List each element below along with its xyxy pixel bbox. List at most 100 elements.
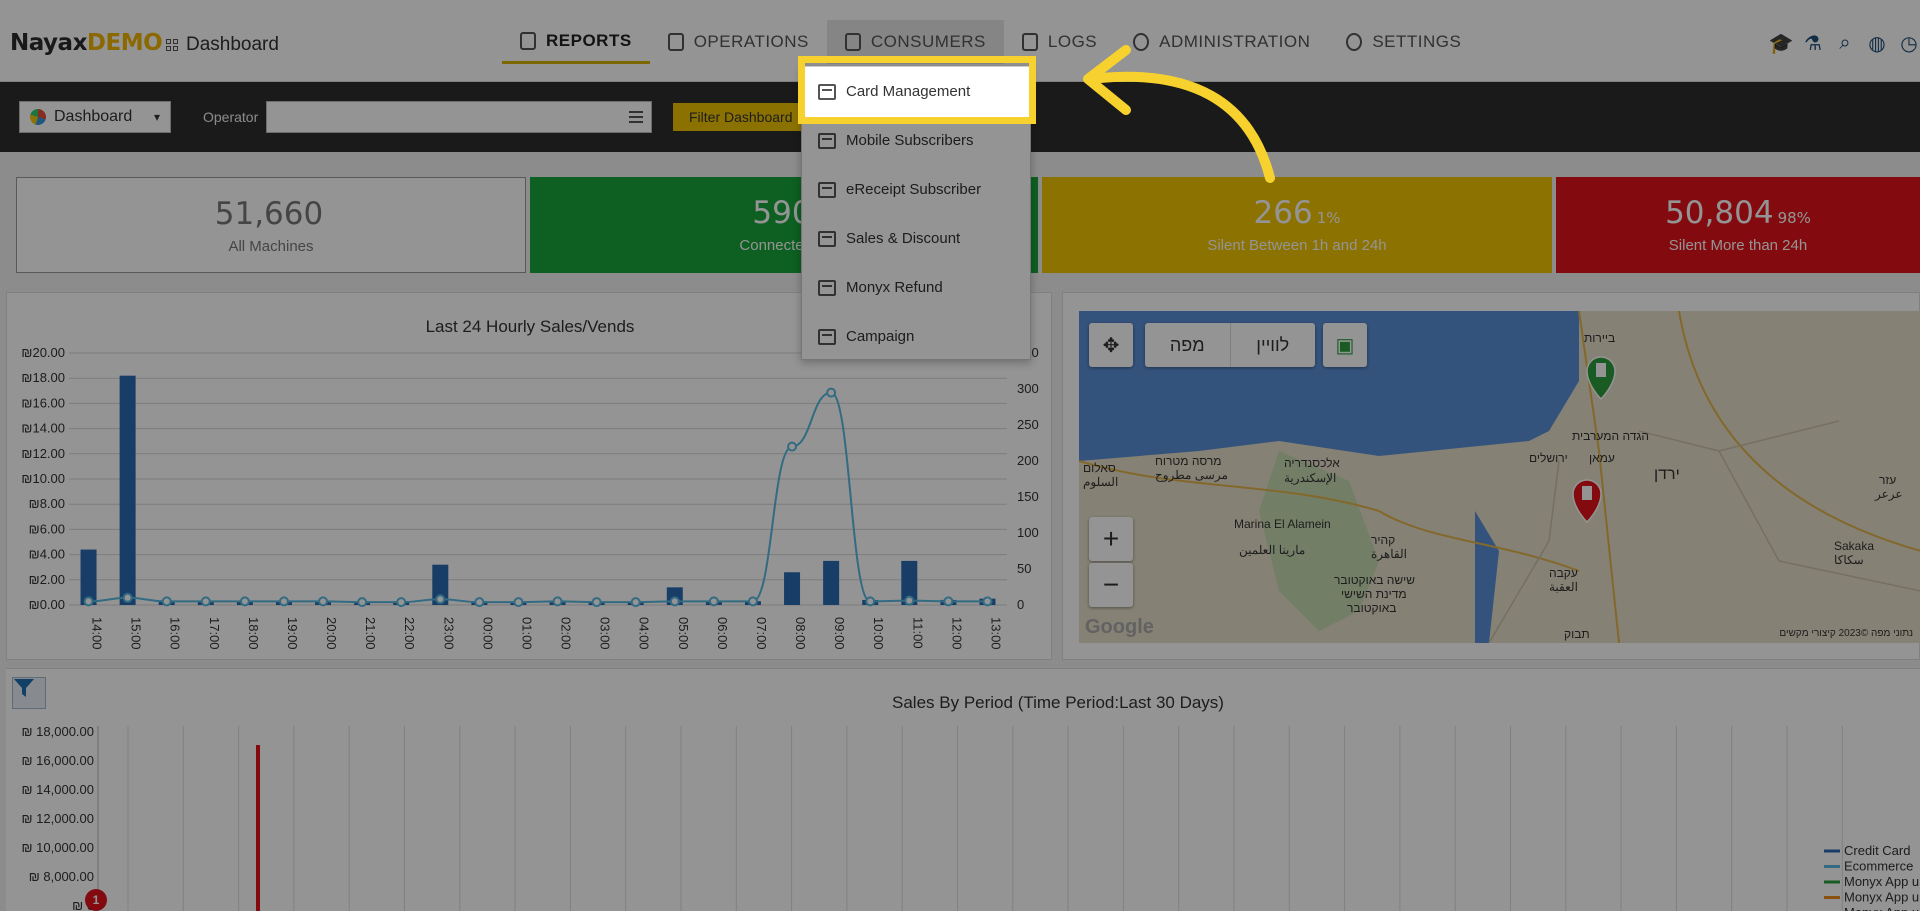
- globe-icon[interactable]: ◍: [1866, 32, 1888, 55]
- device-icon: [667, 33, 684, 51]
- menu-item-sales-discount[interactable]: Sales & Discount: [802, 214, 1030, 263]
- chart-point: [83, 596, 94, 607]
- y-tick-label: ₪4.00: [29, 547, 65, 562]
- tile-value: 51,660: [17, 196, 525, 232]
- x-tick-label: 16:00: [168, 617, 183, 650]
- x-tick-label: 21:00: [363, 617, 378, 650]
- filter-dashboard-button[interactable]: Filter Dashboard: [673, 103, 803, 131]
- menu-item-label: Campaign: [846, 328, 915, 345]
- flask-icon[interactable]: ⚗: [1802, 32, 1824, 55]
- consumers-icon: [844, 33, 861, 51]
- y-tick-label: ₪8.00: [29, 496, 65, 511]
- y-tick-label: ₪6.00: [29, 521, 65, 536]
- chart-point: [630, 597, 641, 608]
- chart-point: [982, 596, 993, 607]
- tile-percent: 1%: [1316, 209, 1341, 227]
- map-pin-green[interactable]: [1586, 356, 1616, 401]
- nav-settings-label: SETTINGS: [1372, 32, 1462, 51]
- x-tick-label: 22:00: [402, 617, 417, 650]
- search-icon[interactable]: ⌕: [1834, 32, 1856, 54]
- x-tick-label: 10:00: [871, 617, 886, 650]
- x-tick-label: 12:00: [949, 617, 964, 650]
- operator-label: Operator: [203, 109, 259, 125]
- chart-point: [865, 596, 876, 607]
- sales-by-period-chart: Sales By Period (Time Period:Last 30 Day…: [22, 693, 1919, 911]
- chart-point: [787, 441, 798, 452]
- chart-point: [474, 597, 485, 608]
- y-tick-label: ₪10.00: [21, 471, 65, 486]
- legend-label: Monyx App u: [1844, 874, 1919, 889]
- y-tick-label: ₪14.00: [21, 421, 65, 436]
- chart-point: [552, 596, 563, 607]
- y-tick-label: ₪12.00: [21, 446, 65, 461]
- chart-point: [239, 596, 250, 607]
- mobile-icon: [818, 132, 836, 149]
- chart-point: [904, 595, 915, 606]
- map-copyright[interactable]: נתוני מפה ©2023 קיצורי מקשים: [1779, 628, 1913, 639]
- page-title: Dashboard: [166, 34, 279, 56]
- menu-item-campaign[interactable]: Campaign: [802, 312, 1030, 361]
- notification-badge[interactable]: 1: [85, 889, 107, 911]
- consumers-dropdown-menu: Card Management Mobile Subscribers eRece…: [801, 66, 1031, 360]
- nayax-logo[interactable]: NayaxDEMO: [10, 30, 163, 56]
- tile-label: Silent More than 24h: [1668, 237, 1808, 254]
- logo-demo-text: DEMO: [86, 30, 163, 56]
- y-tick-label: ₪18.00: [21, 370, 65, 385]
- x-tick-label: 23:00: [441, 617, 456, 650]
- y-tick-label: ₪ 10,000.00: [22, 840, 94, 855]
- tutorial-arrow-icon: [1083, 45, 1275, 183]
- x-tick-label: 09:00: [832, 617, 847, 650]
- operator-input[interactable]: [266, 101, 652, 133]
- clock-icon[interactable]: ◷: [1898, 32, 1920, 55]
- refund-icon: [818, 279, 836, 296]
- receipt-icon: [818, 181, 836, 198]
- chart-bar: [119, 375, 136, 605]
- legend-label: Ecommerce: [1844, 859, 1913, 874]
- x-tick-label: 20:00: [324, 617, 339, 650]
- y2-tick-label: 150: [1017, 489, 1039, 504]
- map-panel: ✥ מפה לוויין ▣ + − ביירות הגדה המערבית י…: [1062, 292, 1920, 660]
- dashboard-select-value: Dashboard: [54, 108, 133, 125]
- nav-consumers[interactable]: CONSUMERS: [826, 20, 1004, 64]
- tile-label: Silent Between 1h and 24h: [1207, 237, 1387, 254]
- dashboard-select[interactable]: Dashboard ▾: [19, 101, 171, 133]
- y2-tick-label: 250: [1017, 417, 1039, 432]
- chart-bar: [784, 572, 801, 605]
- google-logo: Google: [1085, 616, 1154, 638]
- chart-point: [278, 596, 289, 607]
- machines-map[interactable]: ✥ מפה לוויין ▣ + − ביירות הגדה המערבית י…: [1079, 311, 1920, 643]
- nav-operations[interactable]: OPERATIONS: [650, 20, 827, 64]
- menu-item-label: Monyx Refund: [846, 279, 943, 296]
- nav-reports[interactable]: REPORTS: [502, 20, 650, 64]
- menu-item-label: Card Management: [846, 83, 971, 100]
- graduation-cap-icon[interactable]: 🎓: [1769, 32, 1794, 55]
- list-icon[interactable]: [629, 111, 643, 123]
- y2-tick-label: 100: [1017, 525, 1039, 540]
- tile-silent-over-24h[interactable]: 50,804 98% Silent More than 24h: [1556, 177, 1920, 273]
- y-tick-label: ₪2.00: [29, 572, 65, 587]
- x-tick-label: 08:00: [793, 617, 808, 650]
- tile-number: 51,660: [214, 196, 324, 232]
- tile-all-machines[interactable]: 51,660 All Machines: [16, 177, 526, 273]
- page-title-text: Dashboard: [186, 34, 279, 55]
- menu-item-mobile-subscribers[interactable]: Mobile Subscribers: [802, 116, 1030, 165]
- tile-number: 266: [1253, 195, 1313, 231]
- chevron-down-icon: ▾: [153, 110, 160, 124]
- x-tick-label: 04:00: [637, 617, 652, 650]
- x-tick-label: 05:00: [676, 617, 691, 650]
- map-pin-red[interactable]: [1572, 479, 1602, 524]
- y2-tick-label: 300: [1017, 381, 1039, 396]
- y-tick-label: ₪ 14,000.00: [22, 782, 94, 797]
- logo-text: Nayax: [10, 30, 87, 56]
- x-tick-label: 13:00: [988, 617, 1003, 650]
- nav-settings[interactable]: SETTINGS: [1328, 20, 1479, 64]
- menu-item-ereceipt-subscriber[interactable]: eReceipt Subscriber: [802, 165, 1030, 214]
- chart-point: [396, 597, 407, 608]
- tile-silent-1h-24h[interactable]: 266 1% Silent Between 1h and 24h: [1042, 177, 1552, 273]
- legend-label: Monyx App u: [1844, 890, 1919, 905]
- menu-item-card-management[interactable]: Card Management: [802, 67, 1030, 116]
- y-tick-label: ₪20.00: [21, 345, 65, 360]
- menu-item-monyx-refund[interactable]: Monyx Refund: [802, 263, 1030, 312]
- y2-tick-label: 0: [1017, 597, 1024, 612]
- x-tick-label: 01:00: [519, 617, 534, 650]
